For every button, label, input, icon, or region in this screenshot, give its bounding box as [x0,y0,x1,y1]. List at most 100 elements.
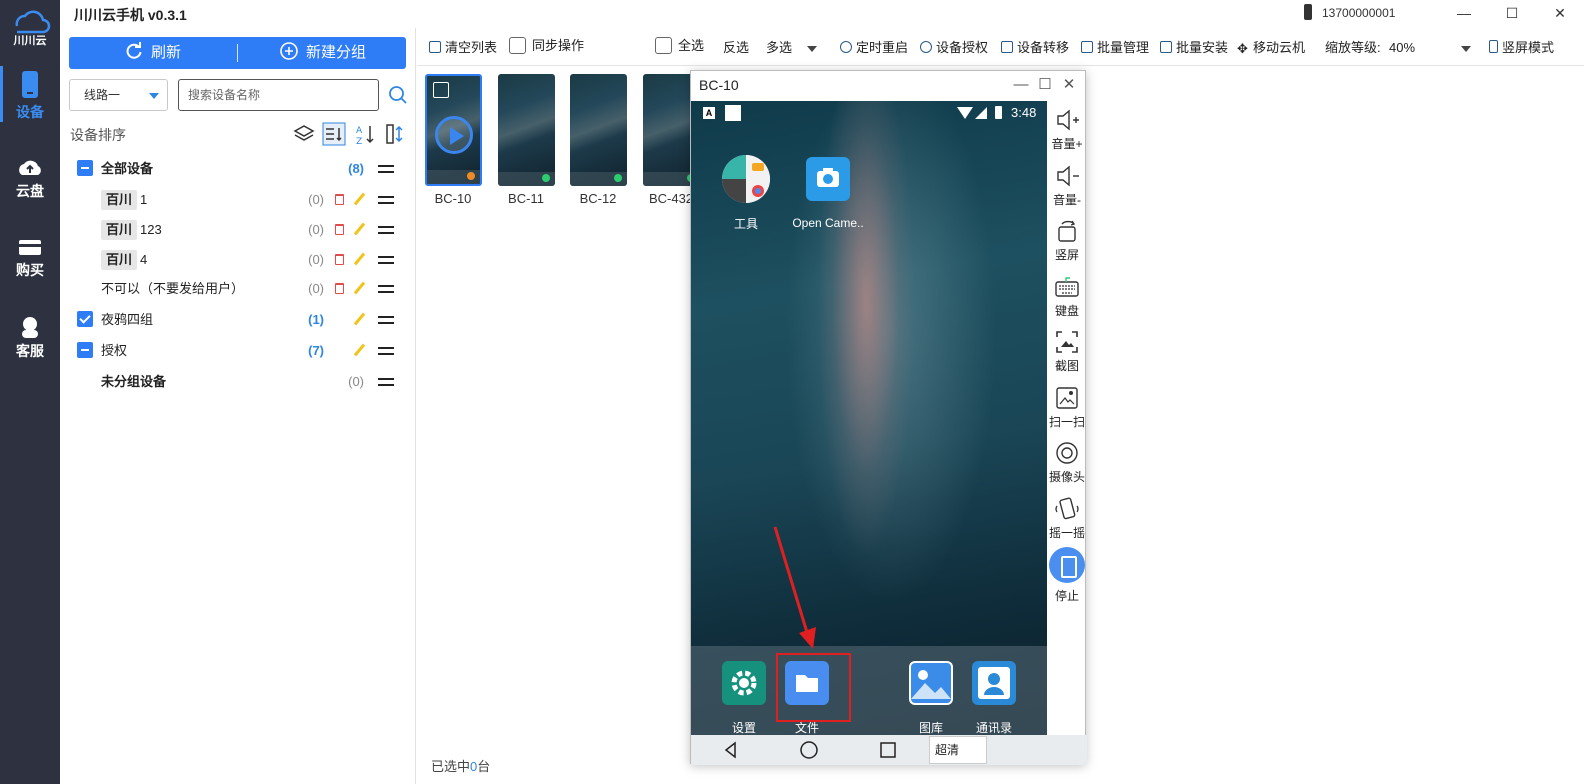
edit-icon[interactable] [353,343,366,357]
status-dot [467,172,475,180]
device-minimize-button[interactable]: — [1011,75,1031,95]
route-select[interactable]: 线路一 [69,79,168,111]
group-checkbox[interactable] [77,311,93,327]
group-count: (0) [308,192,324,207]
group-checkbox[interactable] [77,342,93,358]
device-screen[interactable]: A 3:48 工具 Open Came.. 设置 文件 图库 通讯录 [691,101,1047,735]
drag-handle-icon[interactable] [378,165,394,173]
sort-az-icon[interactable]: AZ [353,122,377,146]
keyboard-label: 键盘 [1054,304,1079,318]
stop-button[interactable]: 停止 [1048,547,1086,604]
tree-row-group[interactable]: 百川 4 (0) [60,247,416,273]
device-thumbnail[interactable] [570,74,627,186]
group-count: (0) [308,252,324,267]
chevron-down-icon[interactable] [1461,46,1471,52]
device-transfer-button[interactable]: 设备转移 [1001,39,1069,57]
edit-icon[interactable] [353,281,366,295]
group-checkbox[interactable] [77,160,93,176]
delete-icon[interactable] [335,194,344,205]
sync-operation-toggle[interactable]: 同步操作 [509,37,584,55]
close-button[interactable]: ✕ [1540,0,1580,28]
drag-handle-icon[interactable] [378,226,394,234]
device-auth-button[interactable]: 设备授权 [920,39,988,57]
device-select-checkbox[interactable] [433,82,449,98]
device-panel: 刷新 新建分组 线路一 设备排序 AZ 全部设备 (8) 百川1 (0) 百川1… [60,28,416,784]
device-window: BC-10 — ☐ ✕ A 3:48 工具 Open Came.. 设置 文件 … [690,70,1087,765]
tree-row-group[interactable]: 授权 (7) [60,338,416,364]
device-search-input[interactable] [178,79,379,111]
device-name: BC-11 [508,191,544,206]
group-count: (1) [308,312,324,327]
portrait-mode-button[interactable]: 竖屏模式 [1489,39,1554,57]
device-thumbnail[interactable] [425,74,482,186]
refresh-button[interactable]: 刷新 [125,37,181,69]
group-label: 百川 4 [101,247,147,273]
group-name: 123 [140,222,162,237]
scan-button[interactable]: 扫一扫 [1048,385,1086,430]
camera-button[interactable]: 摄像头 [1048,440,1086,485]
quality-select[interactable]: 超清 [929,736,987,764]
batch-manage-button[interactable]: 批量管理 [1081,39,1149,57]
move-cloud-button[interactable]: ✥ 移动云机 [1237,39,1305,57]
drag-handle-icon[interactable] [378,347,394,355]
card-icon [19,240,41,255]
device-maximize-button[interactable]: ☐ [1035,75,1055,95]
selected-prefix: 已选中 [431,759,471,774]
delete-icon[interactable] [335,283,344,294]
rail-item-devices[interactable]: 设备 [0,66,60,122]
zoom-level-value[interactable]: 40% [1389,39,1415,57]
select-all-toggle[interactable]: 全选 [655,37,704,55]
maximize-button[interactable]: ☐ [1492,0,1532,28]
play-icon[interactable] [435,116,473,154]
device-thumbnail[interactable] [498,74,555,186]
rotate-portrait-button[interactable]: 竖屏 [1048,218,1086,263]
account-number: 13700000001 [1322,6,1396,20]
drag-handle-icon[interactable] [378,256,394,264]
timed-restart-button[interactable]: 定时重启 [840,39,908,57]
select-all-checkbox[interactable] [655,37,672,54]
clear-list-button[interactable]: 清空列表 [429,39,497,57]
sort-custom-icon[interactable] [383,122,407,146]
phone-outline-icon [1489,40,1498,53]
delete-icon[interactable] [335,254,344,265]
sort-list-icon[interactable] [322,122,346,146]
tree-row-group[interactable]: 夜鸦四组 (1) [60,307,416,333]
tree-row-ungrouped[interactable]: 未分组设备 (0) [60,369,416,395]
shake-button[interactable]: 摇一摇 [1048,496,1086,541]
batch-install-button[interactable]: 批量安装 [1160,39,1228,57]
drag-handle-icon[interactable] [378,196,394,204]
sync-checkbox[interactable] [509,37,526,54]
volume-down-button[interactable]: 音量- [1048,163,1086,208]
multi-select-button[interactable]: 多选 [766,39,792,57]
back-icon[interactable] [721,740,741,760]
chevron-down-icon[interactable] [807,46,817,52]
recents-icon[interactable] [878,740,898,760]
screenshot-button[interactable]: 截图 [1048,329,1086,374]
edit-icon[interactable] [353,222,366,236]
tree-row-group[interactable]: 百川 123 (0) [60,217,416,243]
drag-handle-icon[interactable] [378,285,394,293]
search-icon[interactable] [388,85,408,105]
device-close-button[interactable]: ✕ [1059,75,1079,95]
edit-icon[interactable] [353,252,366,266]
group-label: 百川 123 [101,217,162,243]
delete-icon[interactable] [335,224,344,235]
new-group-button[interactable]: 新建分组 [280,37,366,69]
drag-handle-icon[interactable] [378,378,394,386]
batch-install-label: 批量安装 [1176,40,1229,55]
keyboard-button[interactable]: 键盘 [1048,274,1086,319]
tree-row-group[interactable]: 百川 1 (0) [60,187,416,213]
layers-icon[interactable] [292,122,316,146]
invert-selection-button[interactable]: 反选 [723,39,749,57]
edit-icon[interactable] [353,312,366,326]
rail-item-support[interactable]: 客服 [0,311,60,367]
rail-item-buy[interactable]: 购买 [0,232,60,288]
drag-handle-icon[interactable] [378,316,394,324]
tree-row-all-devices[interactable]: 全部设备 (8) [60,156,416,182]
tree-row-group[interactable]: 不可以（不要发给用户） (0) [60,276,416,302]
rail-item-cloud[interactable]: 云盘 [0,153,60,209]
edit-icon[interactable] [353,192,366,206]
volume-up-button[interactable]: 音量+ [1048,107,1086,152]
minimize-button[interactable]: — [1444,0,1484,28]
home-icon[interactable] [799,740,819,760]
